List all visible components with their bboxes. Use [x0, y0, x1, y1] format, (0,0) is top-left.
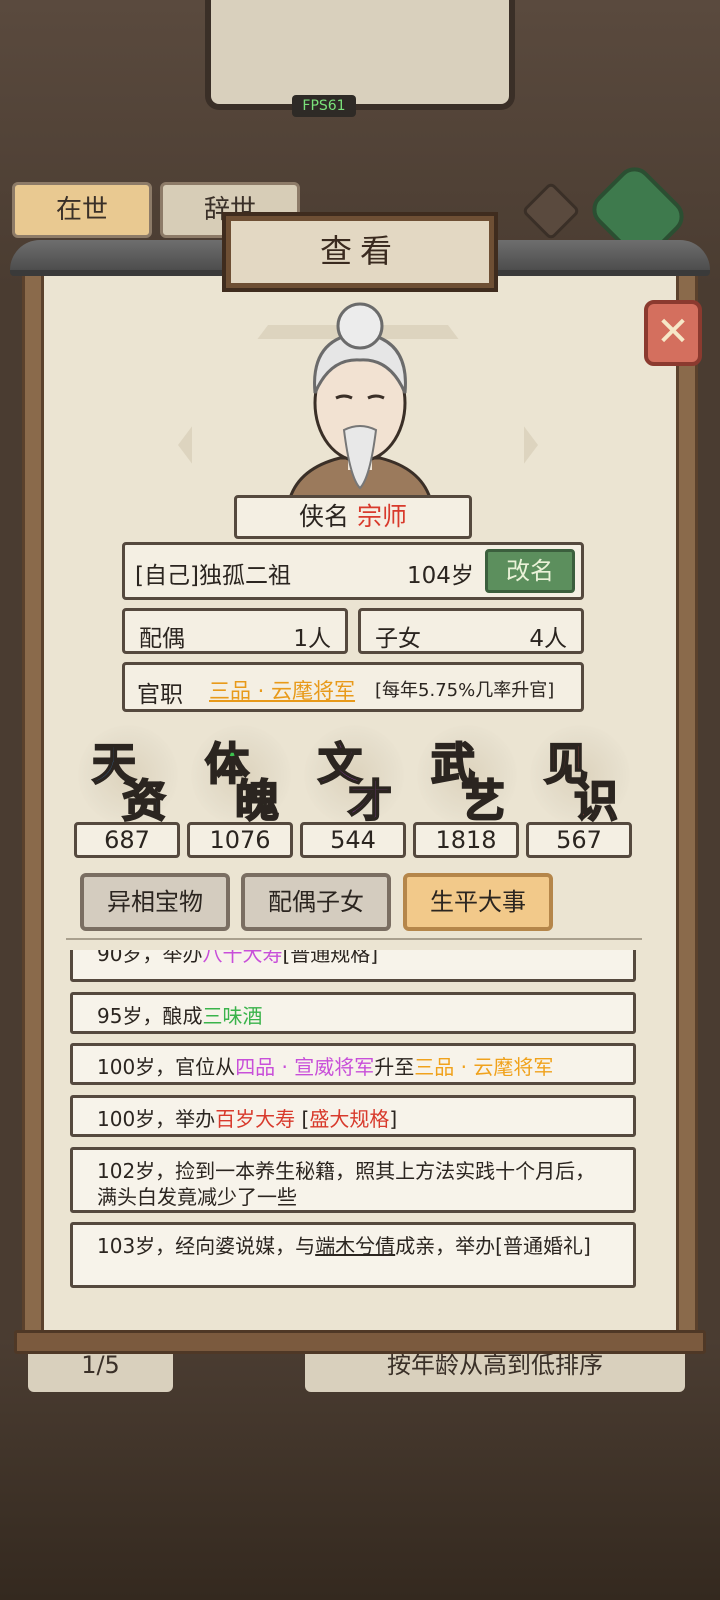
character-name: [自己]独孤二祖: [135, 563, 291, 589]
nickname-box: 侠名 宗师: [234, 495, 472, 539]
rename-button[interactable]: 改名: [485, 549, 575, 593]
spouse-name-link[interactable]: 端木兮倩: [315, 1234, 395, 1258]
promotion-rate: [每年5.75%几率升官]: [375, 680, 555, 701]
children-value: 4人: [529, 626, 567, 652]
section-divider: [66, 938, 642, 948]
list-item: 100岁，举办百岁大寿 [盛大规格]: [70, 1095, 636, 1137]
tab-treasures[interactable]: 异相宝物: [80, 873, 230, 931]
tab-life-events[interactable]: 生平大事: [403, 873, 553, 931]
list-item: 100岁，官位从四品 · 宣威将军升至三品 · 云麾将军: [70, 1043, 636, 1085]
stat-martial-value: 1818: [413, 822, 519, 858]
stat-physique-value: 1076: [187, 822, 293, 858]
life-events-list[interactable]: 90岁，举办八十大寿[普通规格] 95岁，酿成三味酒 100岁，官位从四品 · …: [70, 950, 636, 1290]
stat-martial-char2: 艺: [460, 775, 506, 828]
nickname-value: 宗师: [356, 502, 407, 531]
stat-literary-value: 544: [300, 822, 406, 858]
tab-spouse-children[interactable]: 配偶子女: [241, 873, 391, 931]
frame-pillar-left: [22, 276, 44, 1336]
list-item: 102岁，捡到一本养生秘籍，照其上方法实践十个月后，满头白发竟减少了一些: [70, 1147, 636, 1213]
stat-physique-char2: 魄: [234, 775, 280, 828]
nickname-label: 侠名: [299, 502, 350, 531]
frame-base: [14, 1330, 706, 1354]
close-x-icon: ✕: [656, 309, 690, 355]
stat-aptitude-char2: 资: [121, 775, 167, 828]
stat-insight-value: 567: [526, 822, 632, 858]
list-item: 103岁，经向婆说媒，与端木兮倩成亲，举办[普通婚礼]: [70, 1222, 636, 1288]
dialog-title: 查看: [226, 216, 494, 288]
list-item: 95岁，酿成三味酒: [70, 992, 636, 1034]
stat-aptitude-value: 687: [74, 822, 180, 858]
spouse-value: 1人: [293, 626, 331, 652]
office-rank-link[interactable]: 三品 · 云麾将军: [209, 675, 355, 705]
frame-pillar-right: [676, 276, 698, 1336]
children-count-box: 子女 4人: [358, 608, 584, 654]
stat-insight-char2: 识: [573, 775, 619, 828]
tab-alive: 在世: [12, 182, 152, 238]
office-label: 官职: [137, 682, 183, 708]
spouse-count-box: 配偶 1人: [122, 608, 348, 654]
character-age: 104岁: [407, 563, 474, 589]
spouse-label: 配偶: [139, 626, 185, 652]
list-item: 90岁，举办八十大寿[普通规格]: [70, 950, 636, 982]
character-portrait: [288, 302, 432, 498]
close-button[interactable]: ✕: [644, 300, 702, 366]
stat-literary-char2: 才: [347, 775, 393, 828]
background-painting: [205, 0, 515, 110]
children-label: 子女: [375, 626, 421, 652]
fps-counter: FPS61: [292, 95, 356, 117]
name-row: [自己]独孤二祖 104岁 改名: [122, 542, 584, 600]
office-row: 官职 三品 · 云麾将军 [每年5.75%几率升官]: [122, 662, 584, 712]
